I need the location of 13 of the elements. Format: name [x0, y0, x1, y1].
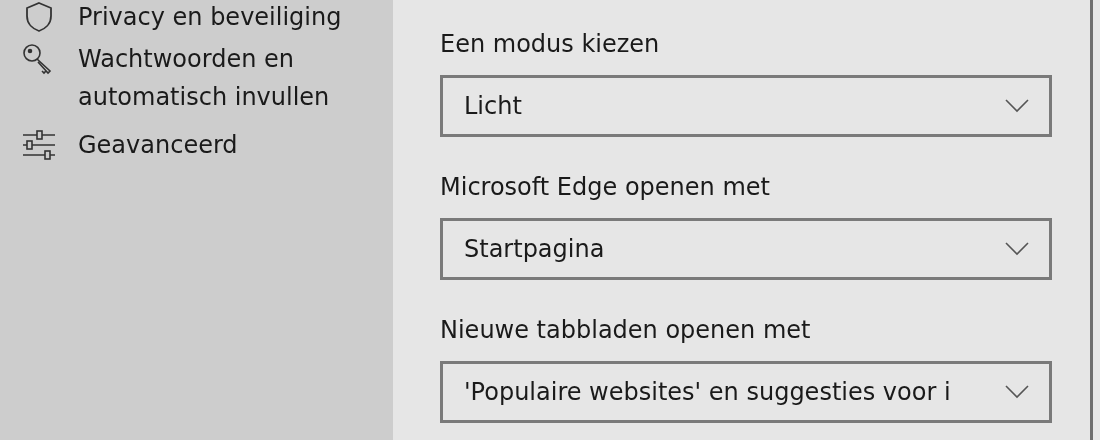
sidebar-item[interactable]: Privacy en beveiliging: [22, 0, 393, 34]
chevron-down-icon: [1005, 99, 1029, 113]
setting-label: Nieuwe tabbladen openen met: [440, 315, 811, 346]
sliders-icon: [22, 128, 56, 162]
sidebar-item[interactable]: Geavanceerd: [22, 126, 393, 164]
chevron-down-icon: [1005, 385, 1029, 399]
sidebar-item[interactable]: Wachtwoorden en automatisch invullen: [22, 40, 393, 116]
setting-label: Een modus kiezen: [440, 29, 660, 60]
setting-label: Microsoft Edge openen met: [440, 172, 770, 203]
chevron-down-icon: [1005, 242, 1029, 256]
dropdown[interactable]: Licht: [440, 75, 1052, 137]
dropdown[interactable]: 'Populaire websites' en suggesties voor i: [440, 361, 1052, 423]
dropdown[interactable]: Startpagina: [440, 218, 1052, 280]
